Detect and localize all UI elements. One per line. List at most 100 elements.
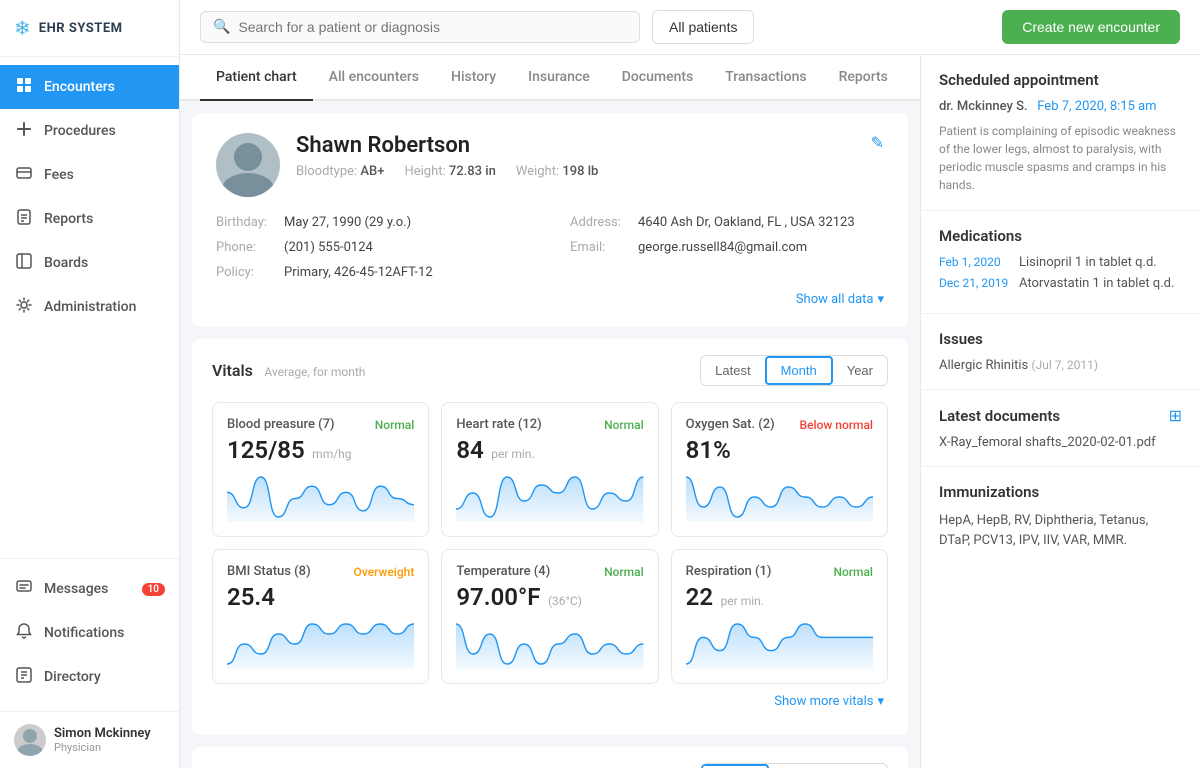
- tab-documents[interactable]: Documents: [606, 55, 710, 101]
- appointment-doctor: dr. Mckinney S. Feb 7, 2020, 8:15 am: [939, 99, 1182, 114]
- vital-card-bmi-status: BMI Status (8) Overweight 25.4: [212, 549, 429, 684]
- vital-card-name: Blood preasure (7): [227, 417, 335, 432]
- patient-panel: Patient chartAll encountersHistoryInsura…: [180, 55, 920, 768]
- tab-patient-chart[interactable]: Patient chart: [200, 55, 313, 101]
- show-more-vitals-link[interactable]: Show more vitals ▾: [212, 684, 888, 719]
- header: 🔍 All patients Create new encounter: [180, 0, 1200, 55]
- sidebar-user: Simon Mckinney Physician: [0, 711, 179, 768]
- search-input[interactable]: [238, 19, 627, 35]
- spark-chart: [686, 619, 873, 669]
- bloodtype-label: Bloodtype: AB+: [296, 164, 384, 179]
- document-add-icon[interactable]: ⊞: [1169, 406, 1182, 425]
- height-label: Height: 72.83 in: [404, 164, 495, 179]
- search-box[interactable]: 🔍: [200, 11, 640, 43]
- logo-text: EHR SYSTEM: [39, 21, 123, 36]
- weight-label: Weight: 198 lb: [516, 164, 599, 179]
- tab-reports[interactable]: Reports: [823, 55, 904, 101]
- review-period-latest[interactable]: Latest: [701, 764, 768, 768]
- user-role: Physician: [54, 741, 151, 754]
- sidebar-item-encounters[interactable]: Encounters: [0, 65, 179, 109]
- spark-chart: [227, 619, 414, 669]
- vital-value: 84: [456, 436, 483, 464]
- issues-list: Allergic Rhinitis (Jul 7, 2011): [939, 358, 1182, 373]
- sidebar-item-administration[interactable]: Administration: [0, 285, 179, 329]
- vital-card-heart-rate: Heart rate (12) Normal 84 per min.: [441, 402, 658, 537]
- spark-chart: [456, 472, 643, 522]
- sidebar-item-reports[interactable]: Reports: [0, 197, 179, 241]
- medication-item: Feb 1, 2020Lisinopril 1 in tablet q.d.: [939, 255, 1182, 270]
- create-encounter-button[interactable]: Create new encounter: [1002, 10, 1180, 44]
- vital-unit: (36°C): [548, 594, 582, 608]
- detail-col-right: Address: 4640 Ash Dr, Oakland, FL , USA …: [570, 215, 884, 280]
- document-item: X-Ray_femoral shafts_2020-02-01.pdf: [939, 435, 1182, 450]
- review-period-year[interactable]: Year: [833, 764, 887, 768]
- tab-transactions[interactable]: Transactions: [709, 55, 822, 101]
- vitals-grid: Blood preasure (7) Normal 125/85 mm/hg H…: [212, 402, 888, 684]
- vital-value: 81%: [686, 436, 731, 464]
- vital-card-name: Temperature (4): [456, 564, 550, 579]
- edit-patient-icon[interactable]: ✎: [871, 133, 884, 152]
- address-row: Address: 4640 Ash Dr, Oakland, FL , USA …: [570, 215, 884, 230]
- search-icon: 🔍: [213, 19, 230, 35]
- sidebar-item-messages[interactable]: Messages 10: [0, 567, 179, 611]
- show-all-data-link[interactable]: Show all data ▾: [216, 292, 884, 307]
- scheduled-appointment-section: Scheduled appointment dr. Mckinney S. Fe…: [921, 55, 1200, 211]
- sidebar-bottom: Messages 10 Notifications Directory: [0, 558, 179, 707]
- medication-item: Dec 21, 2019Atorvastatin 1 in tablet q.d…: [939, 276, 1182, 291]
- issue-date: (Jul 7, 2011): [1032, 358, 1098, 372]
- right-panel: Scheduled appointment dr. Mckinney S. Fe…: [920, 55, 1200, 768]
- review-period-buttons: Latest Month Year: [700, 763, 888, 768]
- sidebar-item-procedures[interactable]: Procedures: [0, 109, 179, 153]
- vital-card-value-row: 81%: [686, 436, 873, 464]
- administration-icon: [14, 296, 34, 318]
- sidebar-item-notifications[interactable]: Notifications: [0, 611, 179, 655]
- boards-icon: [14, 252, 34, 274]
- detail-col-left: Birthday: May 27, 1990 (29 y.o.) Phone: …: [216, 215, 530, 280]
- user-info: Simon Mckinney Physician: [54, 726, 151, 754]
- vital-card-value-row: 97.00°F (36°C): [456, 583, 643, 611]
- sidebar: ❄ EHR SYSTEM Encounters Procedures Fees …: [0, 0, 180, 768]
- vitals-header: Vitals Average, for month Latest Month Y…: [212, 355, 888, 386]
- tab-history[interactable]: History: [435, 55, 512, 101]
- vital-status: Normal: [833, 565, 873, 579]
- sidebar-item-label: Administration: [44, 299, 136, 315]
- sidebar-item-directory[interactable]: Directory: [0, 655, 179, 699]
- sidebar-item-boards[interactable]: Boards: [0, 241, 179, 285]
- immunizations-section: Immunizations HepA, HepB, RV, Diphtheria…: [921, 467, 1200, 566]
- issues-section: Issues Allergic Rhinitis (Jul 7, 2011): [921, 314, 1200, 390]
- vital-card-oxygen-sat: Oxygen Sat. (2) Below normal 81%: [671, 402, 888, 537]
- notifications-icon: [14, 622, 34, 644]
- sidebar-item-fees[interactable]: Fees: [0, 153, 179, 197]
- vital-card-name: Oxygen Sat. (2): [686, 417, 775, 432]
- vital-value: 97.00°F: [456, 583, 540, 611]
- vitals-title-group: Vitals Average, for month: [212, 361, 365, 380]
- vital-unit: per min.: [721, 594, 764, 608]
- review-header: Review of systems Mar 11, 2019 Latest Mo…: [212, 763, 888, 768]
- sidebar-item-label: Notifications: [44, 625, 124, 641]
- vital-value: 25.4: [227, 583, 275, 611]
- med-name: Atorvastatin 1 in tablet q.d.: [1019, 276, 1174, 291]
- vital-card-header: Respiration (1) Normal: [686, 564, 873, 579]
- sidebar-item-label: Reports: [44, 211, 93, 227]
- spark-chart: [456, 619, 643, 669]
- messages-badge: 10: [142, 583, 165, 596]
- tab-all-encounters[interactable]: All encounters: [313, 55, 435, 101]
- medications-list: Feb 1, 2020Lisinopril 1 in tablet q.d. De…: [939, 255, 1182, 291]
- chevron-down-icon: ▾: [877, 694, 884, 709]
- tab-ledger[interactable]: Ledger: [904, 55, 920, 101]
- period-btn-latest[interactable]: Latest: [701, 356, 764, 385]
- vital-status: Overweight: [354, 565, 415, 579]
- all-patients-button[interactable]: All patients: [652, 10, 754, 44]
- vital-card-temperature: Temperature (4) Normal 97.00°F (36°C): [441, 549, 658, 684]
- sidebar-item-label: Encounters: [44, 79, 115, 95]
- sidebar-item-label: Procedures: [44, 123, 116, 139]
- messages-icon: [14, 578, 34, 600]
- patient-info-card: Shawn Robertson Bloodtype: AB+ Height: 7…: [192, 113, 908, 327]
- review-period-month[interactable]: Month: [769, 764, 833, 768]
- review-section: Review of systems Mar 11, 2019 Latest Mo…: [192, 747, 908, 768]
- patient-header: Shawn Robertson Bloodtype: AB+ Height: 7…: [216, 133, 884, 197]
- period-btn-year[interactable]: Year: [833, 356, 887, 385]
- period-btn-month[interactable]: Month: [765, 356, 833, 385]
- vital-status: Normal: [604, 565, 644, 579]
- tab-insurance[interactable]: Insurance: [512, 55, 606, 101]
